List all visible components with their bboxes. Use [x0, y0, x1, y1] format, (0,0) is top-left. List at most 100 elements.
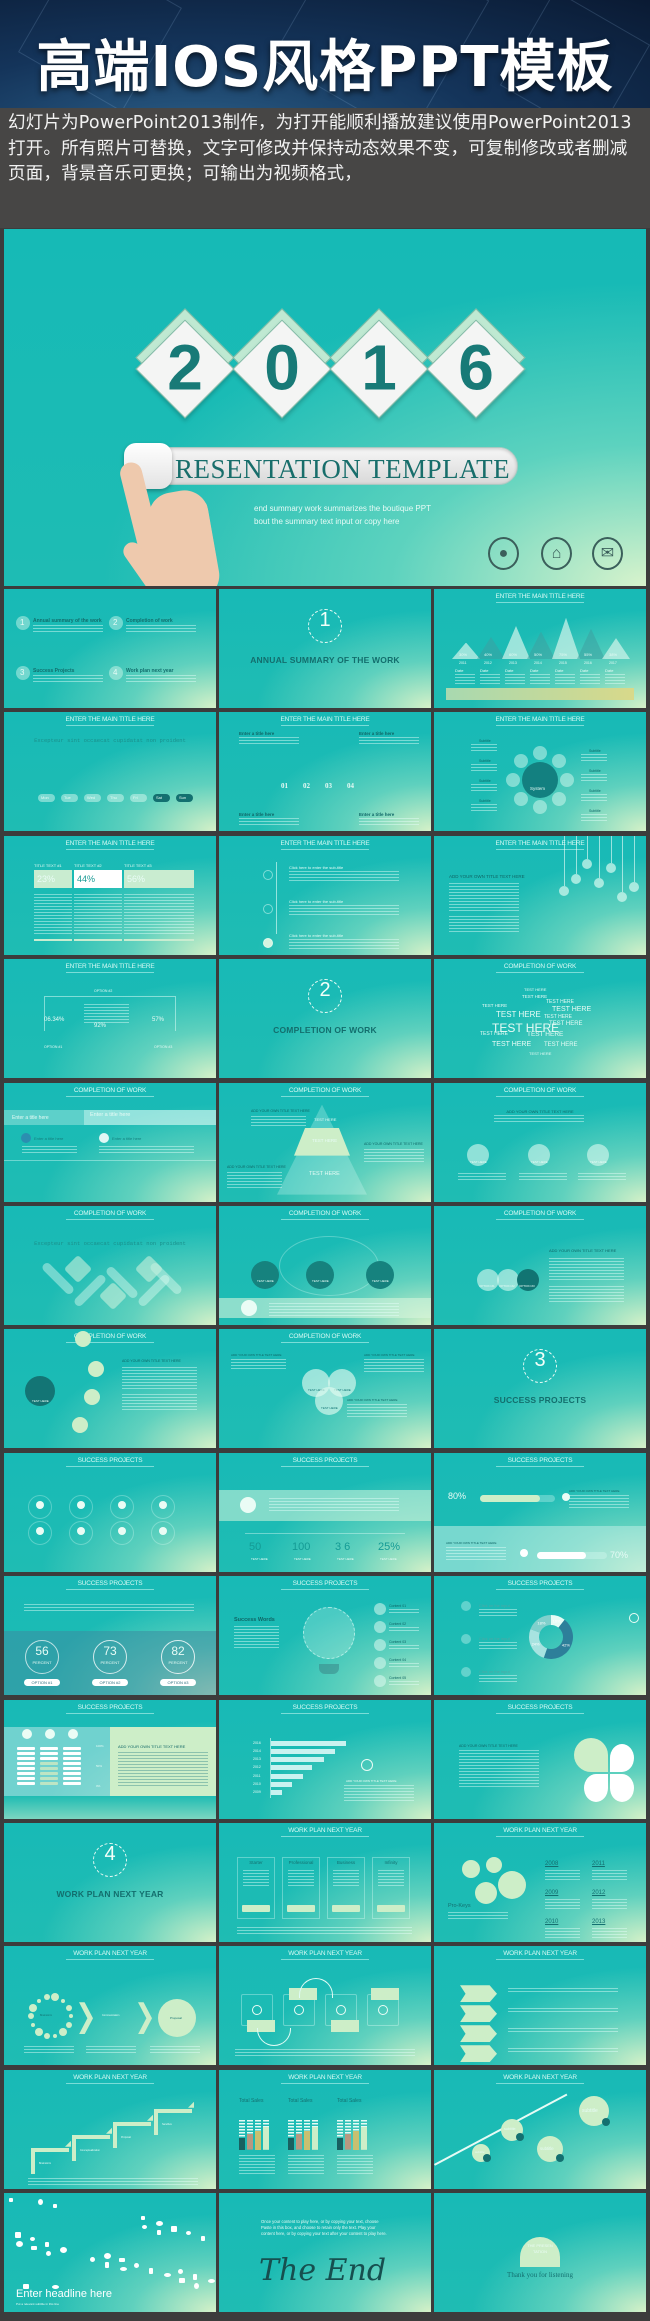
- placeholder-text-lines: [458, 1172, 506, 1182]
- progress-fill: [480, 1494, 540, 1502]
- slide-thumbnail[interactable]: COMPLETION OF WORK TEST HERE ADD YOUR OWN …: [4, 1329, 216, 1449]
- slide-thumbnail[interactable]: ENTER THE MAIN TITLE HERE 30% 2011 Date 40% 2…: [434, 589, 646, 708]
- slide-thumbnail[interactable]: COMPLETION OF WORK Excepteur sint occaeca…: [4, 1205, 216, 1325]
- block-heading: ADD YOUR OWN TITLE TEXT HERE: [569, 1488, 620, 1493]
- cloud-icon: [240, 1496, 256, 1513]
- slide-thumbnail[interactable]: 4 WORK PLAN NEXT YEAR: [4, 1822, 216, 1942]
- slide-thumbnail[interactable]: ENTER THE MAIN TITLE HERE Click here to e…: [219, 835, 431, 955]
- stats-rule: [245, 1532, 405, 1534]
- slide-thumbnail[interactable]: ENTER THE MAIN TITLE HERE TITLE TEXT #1 23…: [4, 835, 216, 955]
- slide-thumbnail[interactable]: COMPLETION OF WORK TEST HERE TEST HERE TEST…: [219, 1329, 431, 1449]
- stair-step: [113, 2121, 151, 2148]
- hub-label: TEST HERE: [32, 1399, 49, 1404]
- slide-thumbnail[interactable]: ENTER THE MAIN TITLE HERE Excepteur sint …: [4, 712, 216, 832]
- slide-thumbnail[interactable]: WORK PLAN NEXT YEAR Brainstorm Conceptuali…: [4, 2069, 216, 2189]
- year-label: 2012: [592, 1889, 606, 1896]
- option-label: OPTION #2: [94, 989, 113, 994]
- social-icon: [119, 2258, 125, 2263]
- slide-thumbnail[interactable]: SUCCESS PROJECTS ADD YOUR OWN TITLE TEXT …: [434, 1699, 646, 1819]
- icon-circle: [366, 1260, 394, 1289]
- slide-thumbnail[interactable]: WORK PLAN NEXT YEAR: [219, 1946, 431, 2066]
- step-number: 02: [303, 782, 310, 791]
- mail-icon[interactable]: ✉: [592, 537, 623, 570]
- stair-label: Conceptualization: [80, 2148, 100, 2152]
- placeholder-text-lines: [34, 893, 72, 936]
- stair-marker: [106, 2127, 112, 2134]
- content-icon-circle: [374, 1657, 386, 1670]
- placeholder-text-lines: [479, 1609, 517, 1619]
- dot: [43, 1993, 50, 2000]
- table-cell: [63, 1751, 81, 1755]
- slide-thumbnail[interactable]: COMPLETION OF WORK OPTION #1 OPTION #2 OPTI…: [434, 1205, 646, 1325]
- slide-thumbnail[interactable]: COMPLETION OF WORK TEST HERE TEST HERE TEST…: [219, 1205, 431, 1325]
- slide-thumbnail[interactable]: THE PRESEN TATION Thank you for listening: [434, 2193, 646, 2313]
- slide-thumbnail[interactable]: WORK PLAN NEXT YEAR Brainstorm Communicati…: [4, 1946, 216, 2066]
- stacked-bar: [263, 2119, 269, 2150]
- slide-thumbnail[interactable]: SUCCESS PROJECTS 56 PERCENT OPTION #1 73 PERC…: [4, 1576, 216, 1696]
- plan-name: Starter: [249, 1859, 263, 1865]
- peak-year: 2016: [584, 661, 592, 665]
- tab-label: Enter a title here: [90, 1111, 131, 1118]
- plan-name: Business: [336, 1859, 356, 1865]
- item-title: Enter a title here: [239, 812, 275, 818]
- stat-value: 25%: [378, 1540, 401, 1553]
- title-underline: [66, 2082, 154, 2084]
- project-icon: [36, 1526, 44, 1535]
- placeholder-text-lines: [289, 870, 399, 883]
- tab-label: Enter a title here: [12, 1114, 49, 1121]
- slide-thumbnail[interactable]: COMPLETION OF WORK ADD YOUR OWN TITLE TEX…: [434, 1082, 646, 1202]
- slide-thumbnail[interactable]: 1 ANNUAL SUMMARY OF THE WORK: [219, 589, 431, 708]
- slide-thumbnail[interactable]: Once your content to play here, or by co…: [219, 2193, 431, 2313]
- female-icon: [520, 1548, 528, 1557]
- progress-value: 70%: [610, 1549, 629, 1560]
- slide-subtitle: Excepteur sint occaecat cupidatat non pr…: [34, 1239, 186, 1247]
- slide-thumbnail[interactable]: SUCCESS PROJECTS 80% 70% ADD YOUR OWN TITLE…: [434, 1452, 646, 1572]
- table-cell: [17, 1781, 35, 1785]
- slide-thumbnail[interactable]: SUCCESS PROJECTS 2016 2014 2013 2012 2011 2010…: [219, 1699, 431, 1819]
- slide-thumbnail[interactable]: ENTER THE MAIN TITLE HERE System Subtitle S…: [434, 712, 646, 832]
- social-icon: [179, 2278, 185, 2284]
- slide-thumbnail[interactable]: SUCCESS PROJECTS Success Words Content 01 C…: [219, 1576, 431, 1696]
- slide-thumbnail[interactable]: WORK PLAN NEXT YEAR Starter Professional Bu…: [219, 1822, 431, 1942]
- dot: [69, 2014, 73, 2019]
- hanging-icon: [629, 881, 639, 892]
- slide-thumbnail[interactable]: SUCCESS PROJECTS 100% 50% 0% ADD YOUR OWN TI…: [4, 1699, 216, 1819]
- title-underline: [496, 848, 584, 850]
- stair-marker: [188, 2101, 194, 2108]
- slide-heading: ADD YOUR OWN TITLE TEXT HERE: [459, 1743, 518, 1748]
- placeholder-text-lines: [471, 764, 497, 774]
- slide-thumbnail[interactable]: SUCCESS PROJECTS Click on the input Click …: [434, 1576, 646, 1696]
- subtitle-label: Subtitle: [589, 789, 601, 794]
- slide-thumbnail[interactable]: ENTER THE MAIN TITLE HERE 06.34% 92% 57% OPT…: [4, 959, 216, 1079]
- home-icon[interactable]: ⌂: [541, 537, 572, 570]
- clover-leaf: [574, 1737, 608, 1772]
- peak-year: 2017: [609, 661, 617, 665]
- placeholder-text-lines: [446, 1546, 506, 1562]
- slide-thumbnail[interactable]: 2 COMPLETION OF WORK: [219, 959, 431, 1079]
- title-underline: [66, 1712, 154, 1714]
- slide-thumbnail[interactable]: SUCCESS PROJECTS: [4, 1452, 216, 1572]
- slide-thumbnail[interactable]: 1 Annual summary of the work 2 Completion o…: [4, 589, 216, 708]
- project-icon: [77, 1500, 85, 1509]
- slide-thumbnail[interactable]: 3 SUCCESS PROJECTS: [434, 1329, 646, 1449]
- placeholder-text-lines: [508, 2028, 618, 2035]
- subtitle-label: Subtitle: [479, 779, 491, 784]
- section-heading: ANNUAL SUMMARY OF THE WORK: [250, 655, 400, 665]
- slide-thumbnail[interactable]: WORK PLAN NEXT YEAR: [434, 1946, 646, 2066]
- slide-thumbnail[interactable]: COMPLETION OF WORK TEST HERE TEST HERE TEST…: [219, 1082, 431, 1202]
- slide-thumbnail[interactable]: ENTER THE MAIN TITLE HERE 01 02 03 04 Enter a…: [219, 712, 431, 832]
- placeholder-text-lines: [592, 1927, 627, 1940]
- slide-thumbnail[interactable]: SUCCESS PROJECTS 50 TEST HERE 100 TEST HERE 3…: [219, 1452, 431, 1572]
- day-label: Tue: [64, 795, 71, 801]
- slide-thumbnail[interactable]: ENTER THE MAIN TITLE HERE ADD YOUR OWN TI…: [434, 835, 646, 955]
- slide-thumbnail[interactable]: WORK PLAN NEXT YEAR Pro-Keys 2008 2011 2009 2…: [434, 1822, 646, 1942]
- slide-thumbnail[interactable]: WORK PLAN NEXT YEAR Total Sales Total Sale…: [219, 2069, 431, 2189]
- stat-value: 3 6: [335, 1540, 351, 1553]
- slide-thumbnail[interactable]: COMPLETION OF WORK TEST HERE TEST HERE TEST…: [434, 959, 646, 1079]
- slide-thumbnail[interactable]: COMPLETION OF WORK Enter a title here Ente…: [4, 1082, 216, 1202]
- location-pin-icon[interactable]: ●: [488, 537, 519, 570]
- slide-thumbnail[interactable]: WORK PLAN NEXT YEAR subtitle subtitle subti…: [434, 2069, 646, 2189]
- slide-thumbnail[interactable]: Enter headline here Put a relevant subtit…: [4, 2193, 216, 2313]
- table-cell: [63, 1766, 81, 1770]
- title-underline: [281, 1712, 369, 1714]
